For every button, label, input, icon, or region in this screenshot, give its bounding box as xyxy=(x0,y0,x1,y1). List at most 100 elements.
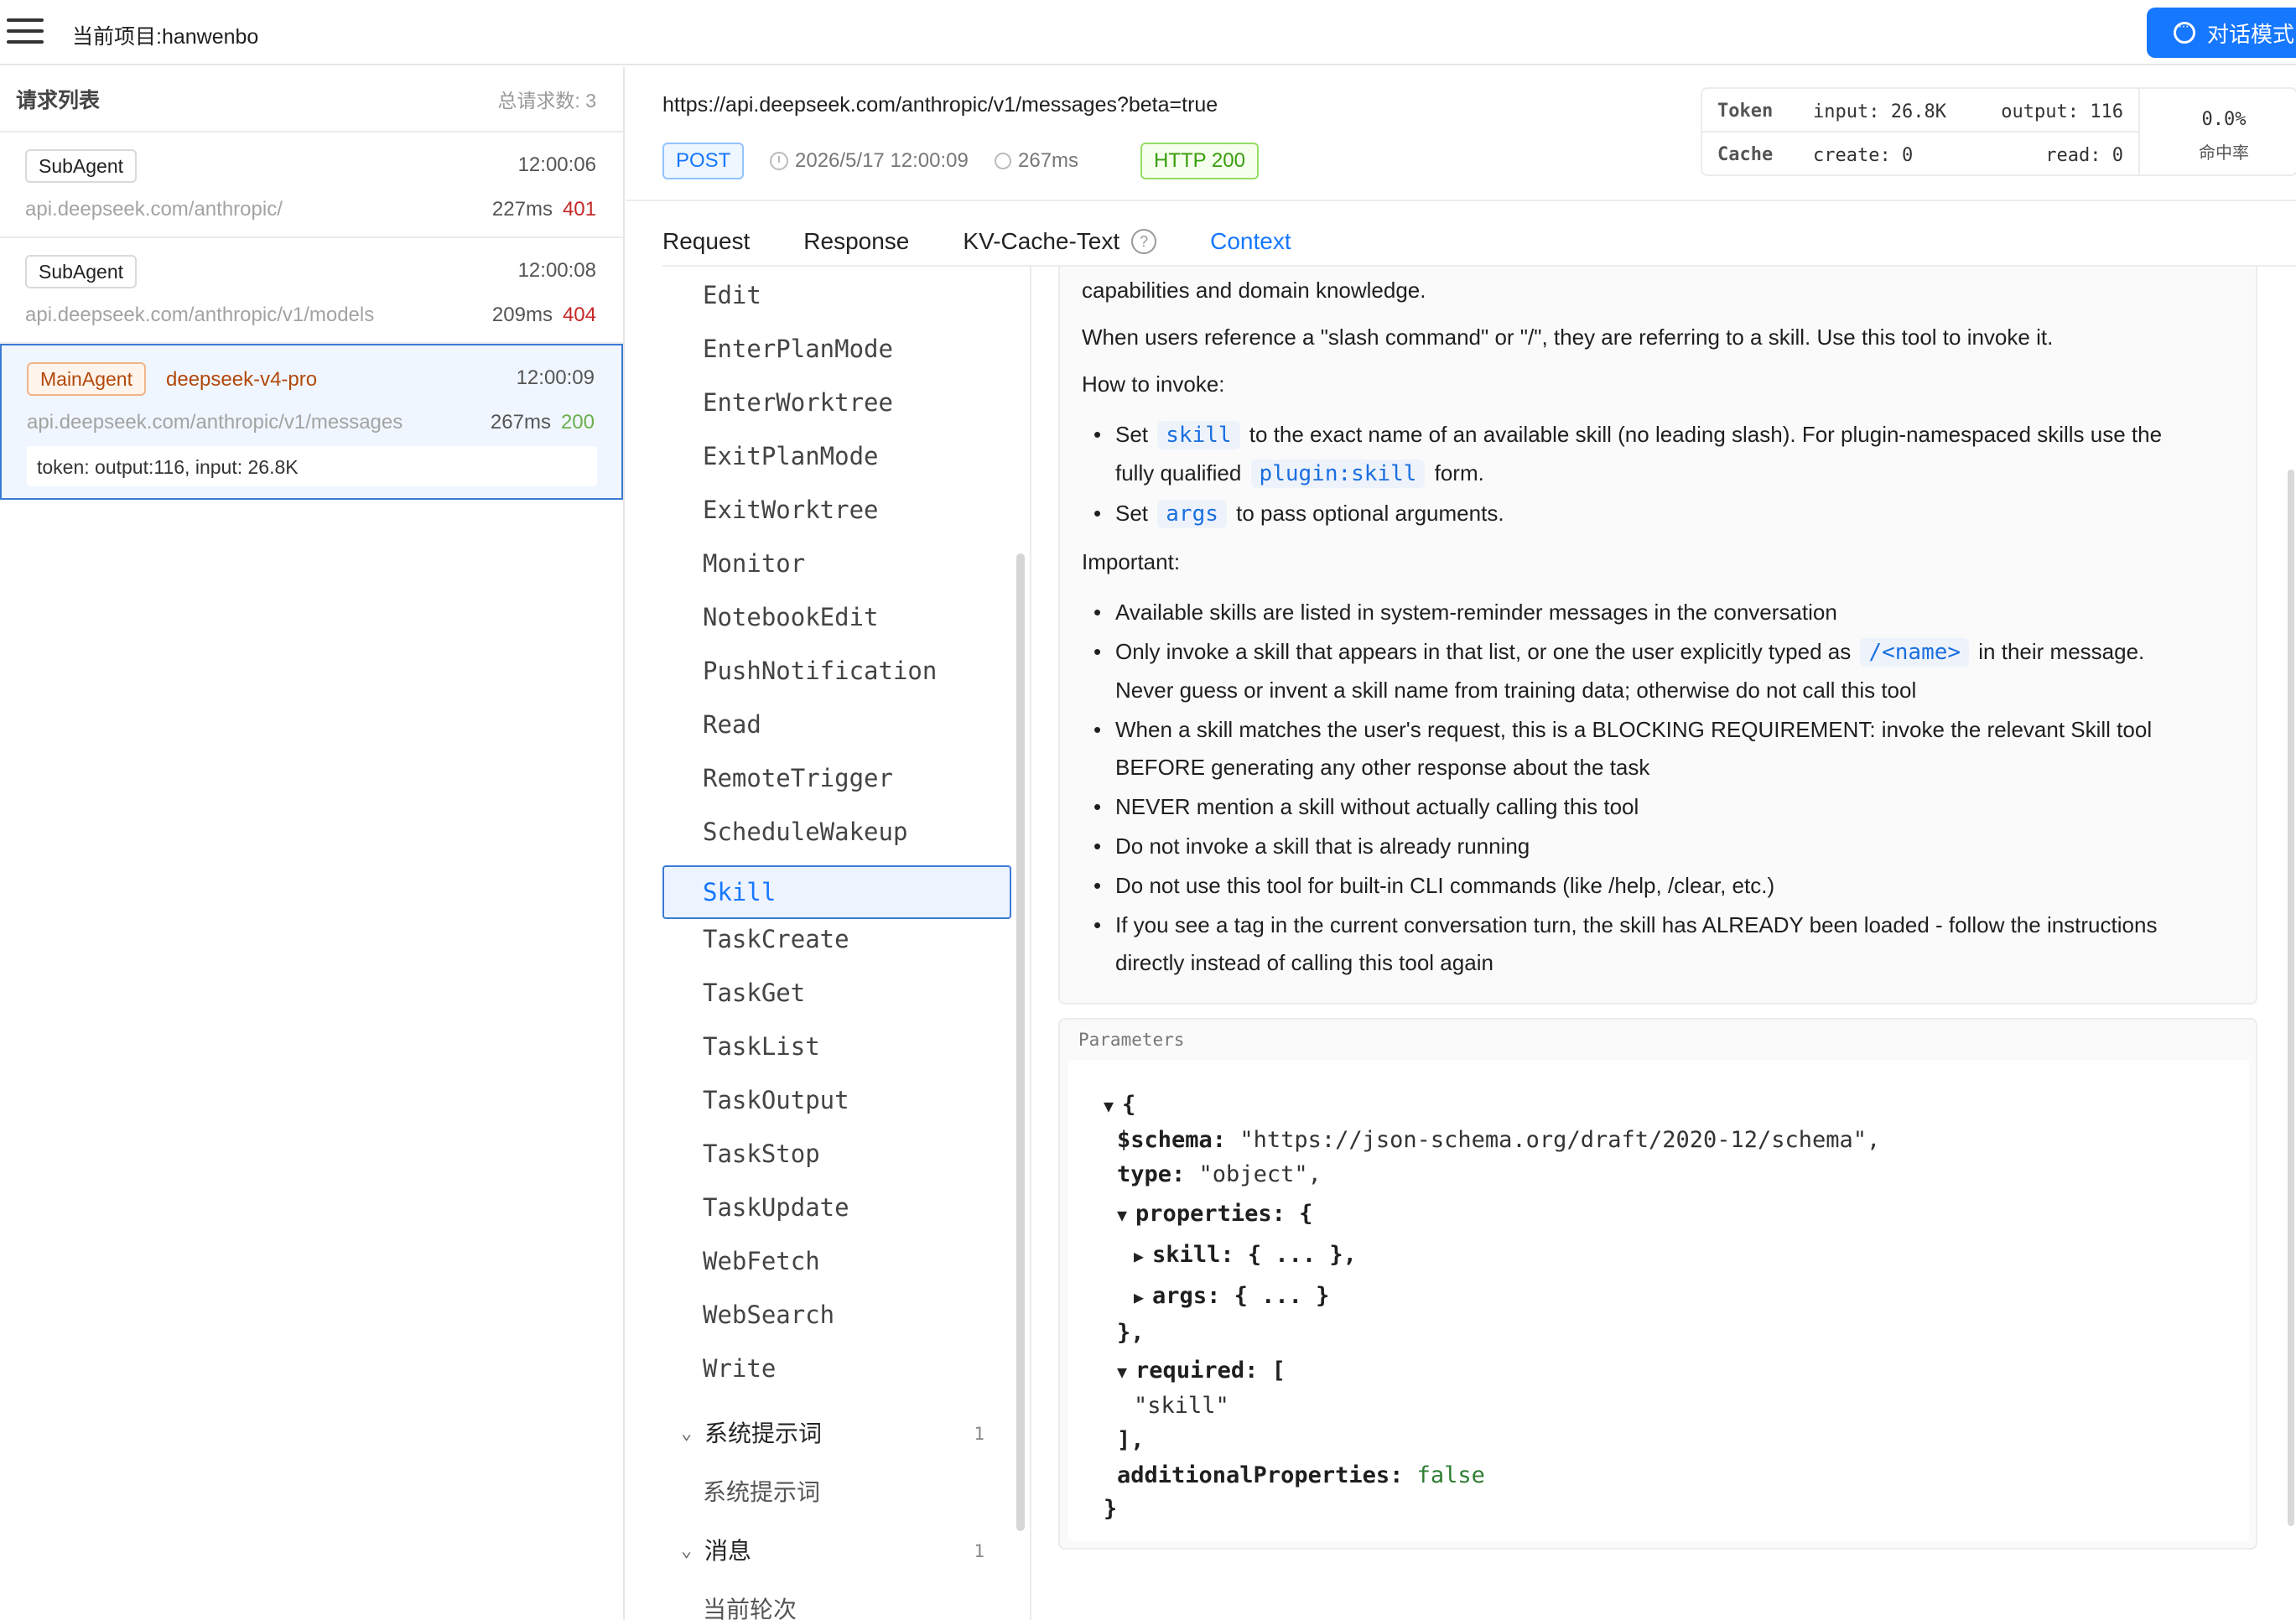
json-line-args[interactable]: ▶ args: { ... } xyxy=(1134,1283,1329,1309)
json-line-properties[interactable]: ▼ properties: { xyxy=(1117,1201,1312,1227)
group-child-item[interactable]: 系统提示词 xyxy=(662,1467,1011,1518)
tool-item-selected[interactable]: Skill xyxy=(662,865,1011,919)
json-brace: }, xyxy=(1117,1320,1145,1346)
list-item: Available skills are listed in system-re… xyxy=(1082,594,2234,631)
request-url: api.deepseek.com/anthropic/v1/messages xyxy=(27,411,403,434)
tool-item[interactable]: TaskOutput xyxy=(662,1073,1011,1127)
group-child-item[interactable]: 当前轮次 xyxy=(662,1585,1011,1620)
tool-item[interactable]: NotebookEdit xyxy=(662,590,1011,644)
cache-label: Cache xyxy=(1717,144,1774,165)
chat-bubble-icon xyxy=(2174,19,2195,44)
request-item[interactable]: SubAgent 12:00:08 api.deepseek.com/anthr… xyxy=(0,238,623,344)
tool-item[interactable]: Edit xyxy=(662,268,1011,322)
tool-item[interactable]: ExitWorktree xyxy=(662,483,1011,537)
json-line-skill[interactable]: ▶ skill: { ... }, xyxy=(1134,1242,1357,1268)
description-paragraph: How to invoke: xyxy=(1082,371,1225,397)
json-key: skill: xyxy=(1152,1242,1234,1268)
tool-item[interactable]: TaskList xyxy=(662,1020,1011,1073)
json-key: args: xyxy=(1152,1283,1221,1309)
chevron-down-icon: ⌄ xyxy=(681,1423,693,1444)
clock-icon xyxy=(770,152,788,170)
json-line-additional: additionalProperties: false xyxy=(1117,1462,1485,1488)
text: to pass optional arguments. xyxy=(1236,501,1504,526)
tool-item[interactable]: Read xyxy=(662,698,1011,751)
tool-item[interactable]: ScheduleWakeup xyxy=(662,805,1011,859)
json-root[interactable]: ▼{ xyxy=(1104,1092,1135,1118)
text: When a skill matches the user's request,… xyxy=(1115,717,2153,742)
triangle-right-icon[interactable]: ▶ xyxy=(1134,1246,1144,1266)
request-meta: 267ms 200 xyxy=(491,411,595,434)
tool-item[interactable]: TaskGet xyxy=(662,966,1011,1020)
tool-list-scrollbar[interactable] xyxy=(1016,553,1025,1531)
tool-item[interactable]: Write xyxy=(662,1342,1011,1395)
json-bracket: ], xyxy=(1117,1427,1145,1453)
group-count: 1 xyxy=(974,1424,984,1444)
main-scrollbar[interactable] xyxy=(2288,470,2294,1526)
group-system-prompt[interactable]: ⌄ 系统提示词 1 xyxy=(662,1409,1011,1459)
tool-item[interactable]: EnterWorktree xyxy=(662,376,1011,429)
tool-item[interactable]: TaskCreate xyxy=(662,912,1011,966)
group-label: 系统提示词 xyxy=(704,1420,823,1447)
help-icon[interactable]: ? xyxy=(1131,229,1157,254)
cache-create: create: 0 xyxy=(1813,145,1914,166)
text: Never guess or invent a skill name from … xyxy=(1115,678,1917,703)
request-duration: 209ms xyxy=(491,304,553,326)
json-line-required-item: "skill" xyxy=(1134,1393,1229,1419)
cache-read: read: 0 xyxy=(2045,145,2123,166)
tool-item[interactable]: RemoteTrigger xyxy=(662,751,1011,805)
text: to the exact name of an available skill … xyxy=(1249,422,2163,447)
request-url-full: https://api.deepseek.com/anthropic/v1/me… xyxy=(662,93,1218,117)
tool-item[interactable]: EnterPlanMode xyxy=(662,322,1011,376)
triangle-down-icon[interactable]: ▼ xyxy=(1104,1096,1114,1116)
json-brace: { xyxy=(1122,1092,1136,1118)
tab-response[interactable]: Response xyxy=(803,216,909,267)
tab-request[interactable]: Request xyxy=(662,216,750,267)
request-item[interactable]: SubAgent 12:00:06 api.deepseek.com/anthr… xyxy=(0,132,623,238)
tab-kv-cache-label: KV-Cache-Text xyxy=(963,228,1120,254)
json-key: properties: xyxy=(1135,1201,1286,1227)
token-stats-box: Token input: 26.8K output: 116 Cache cre… xyxy=(1701,87,2296,176)
group-messages[interactable]: ⌄ 消息 1 xyxy=(662,1526,1011,1576)
request-duration: 227ms xyxy=(491,198,553,221)
timer-icon xyxy=(995,153,1011,169)
request-list-header: 请求列表 总请求数: 3 xyxy=(0,67,623,132)
tool-item[interactable]: WebFetch xyxy=(662,1234,1011,1288)
tool-item[interactable]: Monitor xyxy=(662,537,1011,590)
request-duration-meta: 267ms xyxy=(995,149,1078,173)
tool-item[interactable]: PushNotification xyxy=(662,644,1011,698)
agent-tag: SubAgent xyxy=(25,255,138,288)
tool-item[interactable]: ExitPlanMode xyxy=(662,429,1011,483)
request-time: 12:00:08 xyxy=(517,259,596,282)
total-requests-count: 总请求数: 3 xyxy=(497,90,596,112)
text: BEFORE generating any other response abo… xyxy=(1115,755,1650,780)
inline-code: plugin:skill xyxy=(1250,460,1426,488)
triangle-right-icon[interactable]: ▶ xyxy=(1134,1287,1144,1307)
request-meta: 209ms 404 xyxy=(492,304,596,327)
text: in their message. xyxy=(1978,639,2145,664)
list-item: If you see a tag in the current conversa… xyxy=(1082,906,2234,982)
agent-tag: SubAgent xyxy=(25,149,138,183)
tool-list: Edit EnterPlanMode EnterWorktree ExitPla… xyxy=(662,267,1011,1620)
invoke-list: Set skill to the exact name of an availa… xyxy=(1082,416,2234,533)
chat-mode-button[interactable]: 对话模式 xyxy=(2147,8,2296,58)
list-item: Do not invoke a skill that is already ru… xyxy=(1082,828,2234,865)
menu-icon[interactable] xyxy=(7,18,44,47)
tool-item[interactable]: TaskUpdate xyxy=(662,1181,1011,1234)
description-paragraph: When users reference a "slash command" o… xyxy=(1082,325,2054,350)
request-status: 200 xyxy=(560,411,595,434)
tool-item[interactable]: WebSearch xyxy=(662,1288,1011,1342)
triangle-down-icon[interactable]: ▼ xyxy=(1117,1362,1127,1382)
inline-code: /<name> xyxy=(1860,638,1970,667)
request-item-selected[interactable]: MainAgent deepseek-v4-pro 12:00:09 api.d… xyxy=(0,344,623,500)
list-item: When a skill matches the user's request,… xyxy=(1082,711,2234,787)
text: Only invoke a skill that appears in that… xyxy=(1115,639,1852,664)
tab-context[interactable]: Context xyxy=(1210,216,1291,270)
tab-kv-cache-text[interactable]: KV-Cache-Text? xyxy=(963,216,1157,267)
json-line-required-close: ], xyxy=(1117,1427,1145,1453)
text: directly instead of calling this tool ag… xyxy=(1115,950,1493,975)
text: Set xyxy=(1115,501,1149,526)
json-line-required[interactable]: ▼ required: [ xyxy=(1117,1358,1286,1384)
description-paragraph: Important: xyxy=(1082,549,1181,574)
tool-item[interactable]: TaskStop xyxy=(662,1127,1011,1181)
triangle-down-icon[interactable]: ▼ xyxy=(1117,1205,1127,1225)
